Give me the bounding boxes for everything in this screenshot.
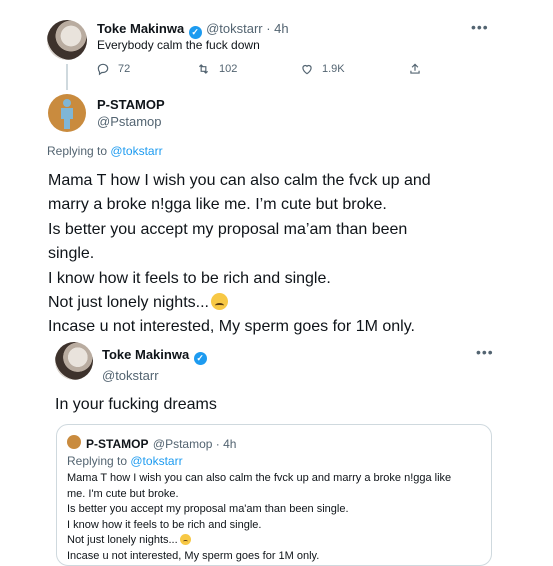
- tweet1-more-icon[interactable]: •••: [471, 19, 489, 35]
- tweet2-header: Toke Makinwa ✓ @tokstarr: [102, 346, 207, 383]
- tweet2-text: In your fucking dreams: [55, 396, 217, 413]
- quote-replying-user: @tokstarr: [130, 454, 183, 468]
- share-icon: [410, 63, 420, 74]
- toke-avatar-top[interactable]: [47, 20, 87, 60]
- quote-author-name: P-STAMOP: [86, 437, 149, 451]
- like-icon: [302, 64, 312, 75]
- verified-icon: ✓: [193, 352, 207, 365]
- reply-line: Incase u not interested, My sperm goes f…: [48, 318, 415, 336]
- reply-handle[interactable]: @Pstamop: [97, 114, 165, 129]
- quote-replying-to: Replying to @tokstarr: [67, 454, 183, 468]
- tweet1-author-name[interactable]: Toke Makinwa: [97, 21, 184, 36]
- quote-body: Mama T how I wish you can also calm the …: [67, 471, 451, 564]
- reply-line: Mama T how I wish you can also calm the …: [48, 172, 431, 189]
- replying-to: Replying to @tokstarr: [47, 144, 163, 158]
- reply-action[interactable]: 72: [96, 62, 130, 76]
- reply-line: single.: [48, 245, 95, 263]
- person-figure-icon: [61, 99, 73, 129]
- quote-handle-time: @Pstamop · 4h: [152, 437, 237, 451]
- replying-to-prefix: Replying to: [47, 144, 111, 158]
- reply-count: 72: [118, 63, 131, 75]
- retweet-icon: [199, 64, 208, 74]
- tweet1-handle-time[interactable]: @tokstarr · 4h: [206, 21, 289, 36]
- quote-header: P-STAMOP @Pstamop · 4h: [86, 435, 236, 453]
- tweet2-author-name[interactable]: Toke Makinwa: [102, 347, 189, 362]
- reply-line: Not just lonely nights...: [48, 294, 209, 312]
- reply-header: P-STAMOP @Pstamop: [97, 97, 165, 129]
- retweet-count: 102: [219, 63, 238, 75]
- reply-body: Mama T how I wish you can also calm the …: [48, 169, 431, 340]
- reply-line-with-emoji: Not just lonely nights...: [48, 291, 431, 315]
- quote-avatar: [67, 435, 81, 449]
- reply-author-name[interactable]: P-STAMOP: [97, 97, 165, 112]
- like-action[interactable]: 1.9K: [300, 62, 345, 76]
- like-count: 1.9K: [322, 63, 345, 75]
- retweet-action[interactable]: 102: [196, 62, 237, 76]
- crying-emoji: [210, 293, 228, 311]
- quote-line: Mama T how I wish you can also calm the …: [67, 472, 452, 484]
- pstamop-avatar[interactable]: [48, 94, 86, 132]
- quote-line: Not just lonely nights...: [67, 534, 178, 546]
- reply-line: Is better you accept my proposal ma’am t…: [48, 220, 408, 238]
- tweet1-header: Toke Makinwa ✓ @tokstarr · 4h: [97, 20, 289, 39]
- quote-line: Incase u not interested, My sperm goes f…: [67, 549, 320, 562]
- replying-to-user-link[interactable]: @tokstarr: [110, 144, 162, 158]
- quote-line: Is better you accept my proposal ma'am t…: [67, 503, 349, 515]
- thread-connector: [66, 64, 68, 90]
- tweet2-more-icon[interactable]: •••: [476, 344, 494, 360]
- quote-line-with-emoji: Not just lonely nights...: [67, 533, 451, 549]
- quote-line: I know how it feels to be rich and singl…: [67, 518, 262, 531]
- quote-line: me. I'm cute but broke.: [67, 487, 179, 500]
- crying-emoji: [179, 534, 191, 545]
- quote-replying-prefix: Replying to: [67, 454, 131, 468]
- reply-icon: [97, 63, 109, 76]
- toke-avatar-bottom[interactable]: [55, 342, 93, 380]
- tweet1-text: Everybody calm the fuck down: [97, 38, 260, 52]
- reply-line: marry a broke n!gga like me. I’m cute bu…: [48, 196, 387, 214]
- reply-line: I know how it feels to be rich and singl…: [48, 269, 331, 287]
- quoted-tweet-card[interactable]: P-STAMOP @Pstamop · 4h Replying to @toks…: [56, 424, 492, 566]
- share-action[interactable]: [408, 62, 422, 76]
- tweet2-handle[interactable]: @tokstarr: [102, 368, 207, 383]
